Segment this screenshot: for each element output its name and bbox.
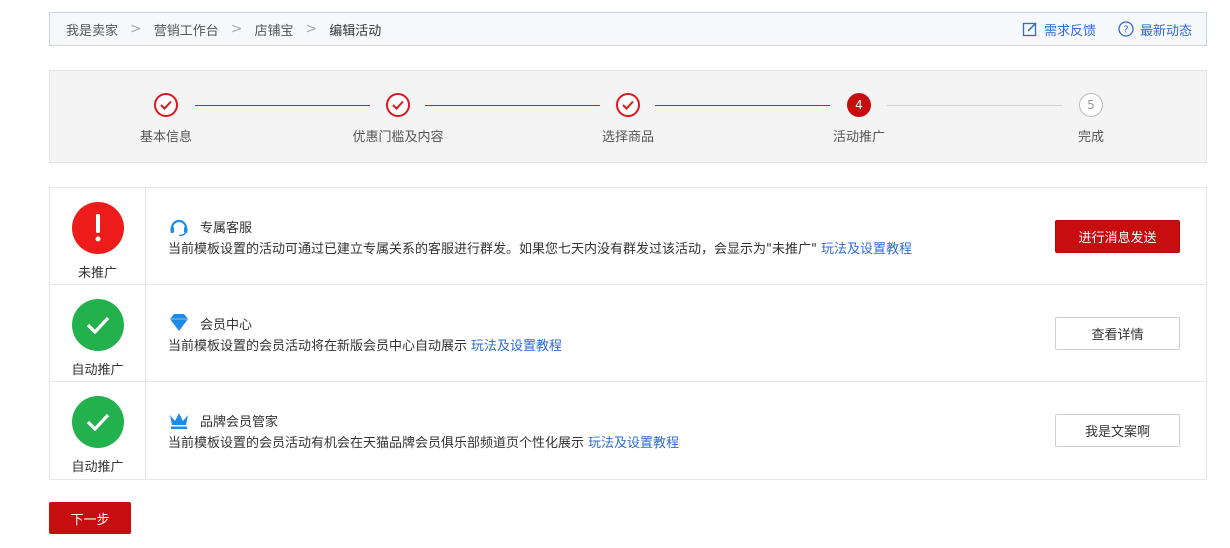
tutorial-link[interactable]: 玩法及设置教程 xyxy=(471,339,562,354)
status-column: 自动推广 xyxy=(50,382,146,479)
top-links: 需求反馈 ? 最新动态 xyxy=(1022,20,1192,39)
chevron-right-icon: > xyxy=(130,21,142,37)
step-label: 完成 xyxy=(1077,130,1104,145)
copywriting-button[interactable]: 我是文案啊 xyxy=(1055,414,1180,447)
breadcrumb-bar: 我是卖家 > 营销工作台 > 店铺宝 > 编辑活动 需求反馈 ? 最新动态 xyxy=(49,12,1207,46)
check-icon xyxy=(386,93,410,117)
promo-row-member-center: 自动推广 会员中心 当前模板设置的会员活动将在新版会员中心自动展示 玩法及设置教程… xyxy=(50,285,1206,382)
step-number: 4 xyxy=(847,93,871,117)
step-label: 选择商品 xyxy=(601,130,654,145)
breadcrumb-item-marketing[interactable]: 营销工作台 xyxy=(154,20,219,39)
status-text: 未推广 xyxy=(77,266,117,281)
headset-icon xyxy=(170,219,188,236)
promo-desc-text: 当前模板设置的会员活动有机会在天猫品牌会员俱乐部频道页个性化展示 xyxy=(168,436,585,451)
promo-desc-text: 当前模板设置的会员活动将在新版会员中心自动展示 xyxy=(168,338,468,354)
chevron-right-icon: > xyxy=(305,21,318,37)
promo-content: 会员中心 当前模板设置的会员活动将在新版会员中心自动展示 玩法及设置教程 查看详情 xyxy=(146,285,1206,381)
crown-icon xyxy=(170,413,188,429)
step-basic-info: 基本信息 xyxy=(106,93,226,145)
step-number: 5 xyxy=(1079,93,1103,117)
promo-title: 专属客服 xyxy=(200,220,253,236)
svg-text:?: ? xyxy=(1123,25,1128,36)
news-link[interactable]: ? 最新动态 xyxy=(1118,20,1192,39)
check-icon xyxy=(154,93,178,117)
status-text: 自动推广 xyxy=(71,460,124,475)
promo-desc-text: 当前模板设置的活动可通过已建立专属关系的客服进行群发。如果您七天内没有群发过该活… xyxy=(168,241,817,257)
edit-icon xyxy=(1022,22,1037,37)
chevron-right-icon: > xyxy=(230,21,243,37)
tutorial-link[interactable]: 玩法及设置教程 xyxy=(821,242,912,257)
promo-desc: 当前模板设置的会员活动有机会在天猫品牌会员俱乐部频道页个性化展示 玩法及设置教程 xyxy=(168,432,1055,451)
step-select-goods: 选择商品 xyxy=(568,93,688,145)
status-column: 未推广 xyxy=(50,188,146,284)
step-label: 活动推广 xyxy=(832,130,885,145)
step-promotion: 4 活动推广 xyxy=(799,93,919,145)
breadcrumb-item-seller[interactable]: 我是卖家 xyxy=(66,20,118,39)
diamond-icon xyxy=(170,313,188,331)
send-message-button[interactable]: 进行消息发送 xyxy=(1055,219,1180,253)
feedback-link-label: 需求反馈 xyxy=(1043,23,1096,39)
step-label: 优惠门槛及内容 xyxy=(352,130,444,145)
promo-info: 专属客服 当前模板设置的活动可通过已建立专属关系的客服进行群发。如果您七天内没有… xyxy=(168,216,1055,257)
alert-icon xyxy=(71,202,124,254)
check-circle-icon xyxy=(71,396,124,448)
breadcrumb-item-shopbao[interactable]: 店铺宝 xyxy=(255,20,294,39)
promo-row-customer-service: 未推广 专属客服 当前模板设置的活动可通过已建立专属关系的客服进行群发。如果您七… xyxy=(50,188,1206,285)
status-column: 自动推广 xyxy=(50,285,146,381)
promo-title: 品牌会员管家 xyxy=(200,415,279,430)
step-complete: 5 完成 xyxy=(1031,93,1151,145)
status-text: 自动推广 xyxy=(71,363,124,378)
breadcrumb-item-edit-activity: 编辑活动 xyxy=(329,23,382,39)
breadcrumb: 我是卖家 > 营销工作台 > 店铺宝 > 编辑活动 xyxy=(66,20,381,39)
promo-title-line: 专属客服 xyxy=(168,216,1055,236)
promo-desc: 当前模板设置的活动可通过已建立专属关系的客服进行群发。如果您七天内没有群发过该活… xyxy=(168,238,1055,257)
promo-desc: 当前模板设置的会员活动将在新版会员中心自动展示 玩法及设置教程 xyxy=(168,335,1055,354)
check-icon xyxy=(616,93,640,117)
promo-title-line: 品牌会员管家 xyxy=(168,410,1055,430)
step-progress: 基本信息 优惠门槛及内容 选择商品 4 活动推广 5 完成 xyxy=(49,70,1207,163)
help-circle-icon: ? xyxy=(1118,21,1134,37)
promo-title: 会员中心 xyxy=(200,317,253,333)
view-details-button[interactable]: 查看详情 xyxy=(1055,316,1180,350)
promo-title-line: 会员中心 xyxy=(168,313,1055,333)
promo-info: 品牌会员管家 当前模板设置的会员活动有机会在天猫品牌会员俱乐部频道页个性化展示玩… xyxy=(168,410,1055,451)
news-link-label: 最新动态 xyxy=(1139,23,1192,39)
promo-content: 专属客服 当前模板设置的活动可通过已建立专属关系的客服进行群发。如果您七天内没有… xyxy=(146,188,1206,284)
feedback-link[interactable]: 需求反馈 xyxy=(1022,20,1096,39)
step-label: 基本信息 xyxy=(139,130,192,145)
next-step-button[interactable]: 下一步 xyxy=(49,502,131,534)
promo-row-brand-member: 自动推广 品牌会员管家 当前模板设置的会员活动有机会在天猫品牌会员俱乐部频道页个… xyxy=(50,382,1206,479)
promotion-list: 未推广 专属客服 当前模板设置的活动可通过已建立专属关系的客服进行群发。如果您七… xyxy=(49,187,1207,480)
promo-content: 品牌会员管家 当前模板设置的会员活动有机会在天猫品牌会员俱乐部频道页个性化展示玩… xyxy=(146,382,1206,479)
check-circle-icon xyxy=(71,299,124,351)
promo-info: 会员中心 当前模板设置的会员活动将在新版会员中心自动展示 玩法及设置教程 xyxy=(168,313,1055,354)
tutorial-link[interactable]: 玩法及设置教程 xyxy=(588,436,679,451)
step-threshold: 优惠门槛及内容 xyxy=(338,93,458,145)
